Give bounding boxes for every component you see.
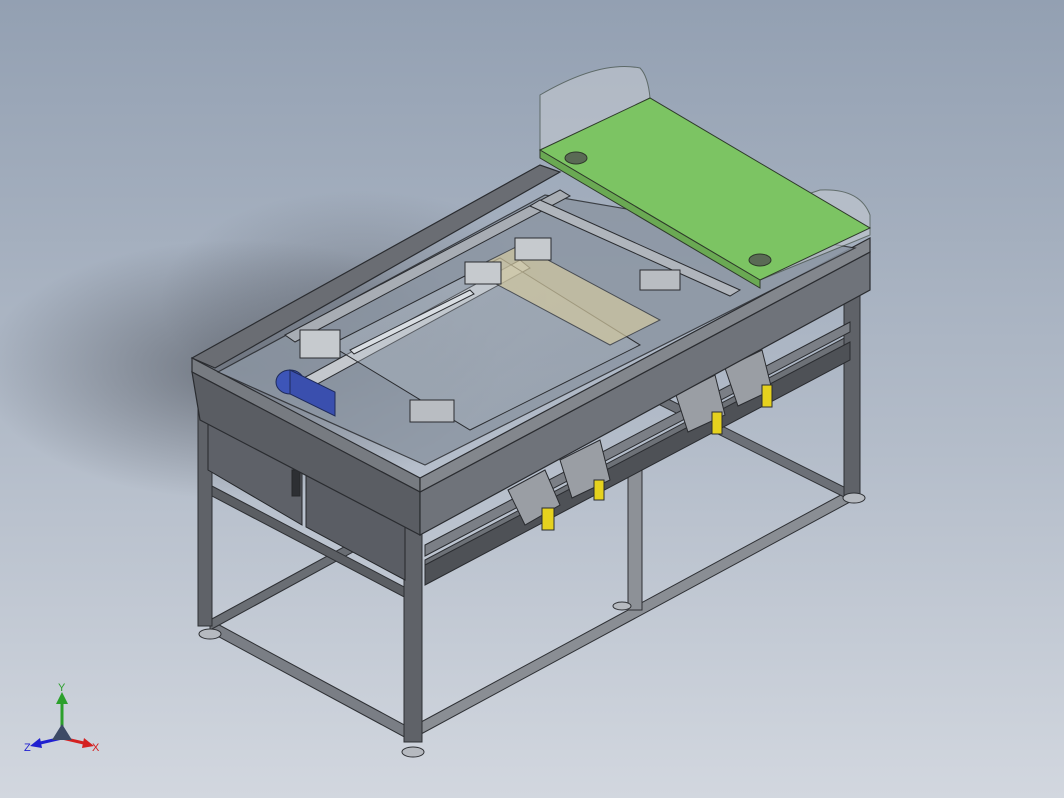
cad-viewport[interactable]: Y X Z: [0, 0, 1064, 798]
triad-x-label: X: [92, 742, 100, 754]
foot-front-right: [401, 746, 425, 758]
top-carriage-3: [464, 261, 502, 285]
door-handle[interactable]: [291, 469, 301, 497]
top-carriage-1: [299, 329, 341, 359]
leg-back-right: [843, 284, 861, 496]
foot-back-right: [842, 492, 866, 504]
coordinate-triad[interactable]: Y X Z: [22, 680, 112, 760]
machine-3d-model[interactable]: [0, 0, 1064, 798]
foot-front-left: [198, 628, 222, 640]
base-rail-front: [209, 619, 411, 741]
hood-hole-2[interactable]: [748, 253, 772, 267]
top-carriage-2: [409, 399, 455, 423]
leg-center: [627, 469, 643, 611]
triad-cone-icon: [52, 724, 72, 740]
top-carriage-5: [639, 269, 681, 291]
top-carriage-4: [514, 237, 552, 261]
z-axis-arrow-icon: [30, 738, 42, 748]
hood-hole-1[interactable]: [564, 151, 588, 165]
foot-center: [612, 601, 632, 611]
triad-y-label: Y: [58, 682, 66, 694]
triad-z-label: Z: [24, 742, 31, 754]
